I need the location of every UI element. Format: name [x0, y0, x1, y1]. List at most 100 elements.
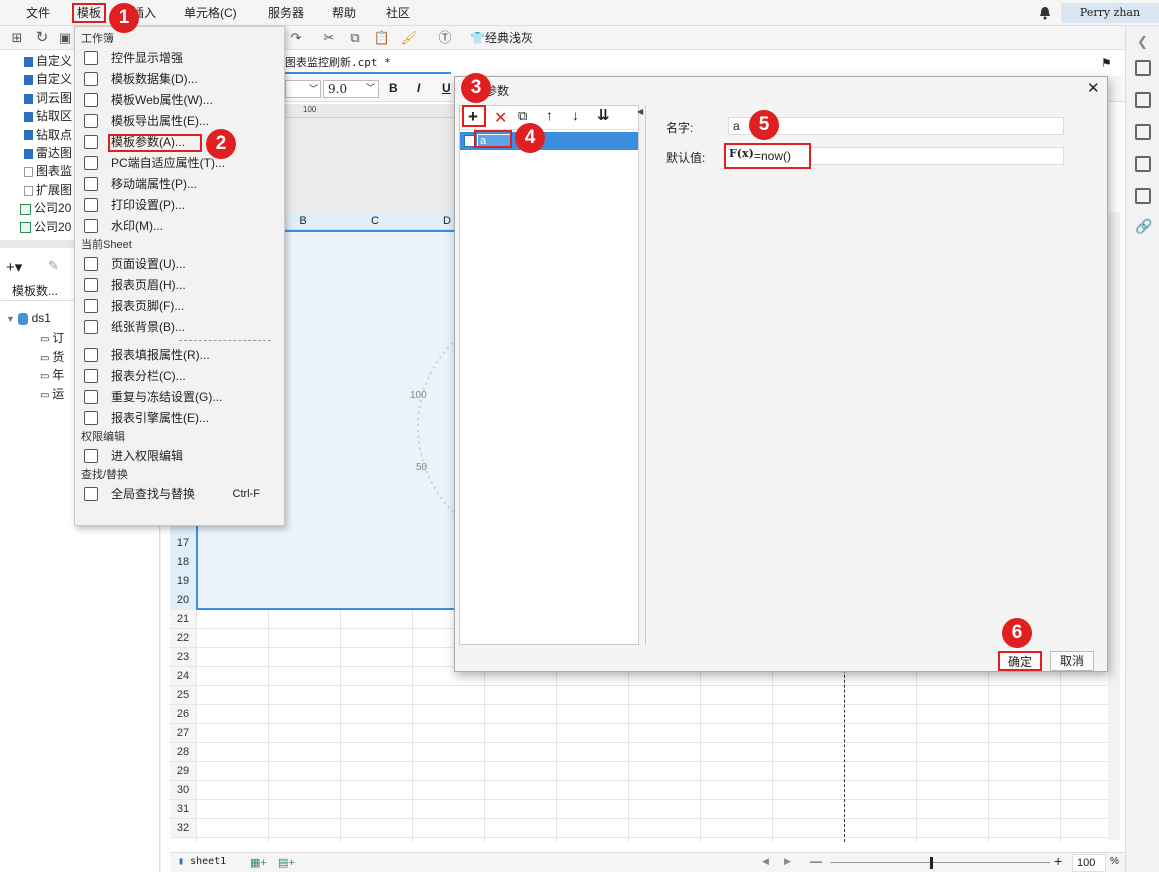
menu-print-settings[interactable]: 打印设置(P)...: [75, 195, 284, 215]
zoom-slider[interactable]: [830, 862, 1050, 863]
tree-item[interactable]: 扩展图: [24, 181, 72, 199]
edit-icon[interactable]: ✎: [48, 258, 59, 274]
bold-button[interactable]: B: [389, 81, 398, 95]
tree-item[interactable]: 钻取区: [24, 107, 72, 125]
row-number[interactable]: 17: [170, 534, 196, 553]
grid-row[interactable]: [170, 685, 1108, 686]
scroll-right-icon[interactable]: ▶: [784, 856, 791, 867]
menu-template-dataset[interactable]: 模板数据集(D)...: [75, 69, 284, 89]
dataset-ds1[interactable]: ▼ ds1: [6, 311, 51, 325]
menu-web-attr[interactable]: 模板Web属性(W)...: [75, 90, 284, 110]
dialog-close-button[interactable]: ✕: [1087, 79, 1100, 97]
menu-community[interactable]: 社区: [380, 0, 416, 26]
font-size-select[interactable]: 9.0 ﹀: [323, 80, 379, 98]
add-sheet-icon[interactable]: ▦+: [250, 856, 267, 869]
menu-mobile-attr[interactable]: 移动端属性(P)...: [75, 174, 284, 194]
text-format-icon[interactable]: Ⓣ: [436, 29, 454, 47]
menu-template[interactable]: 模板: [72, 3, 107, 23]
row-number[interactable]: 20: [170, 591, 196, 610]
move-up-icon[interactable]: ↑: [546, 107, 553, 123]
grid-row[interactable]: [170, 799, 1108, 800]
menu-file[interactable]: 文件: [20, 0, 56, 26]
grid-row[interactable]: [170, 818, 1108, 819]
italic-button[interactable]: I: [417, 81, 420, 95]
style-icon[interactable]: [1135, 92, 1151, 108]
file-tab[interactable]: 图表监控刷新.cpt *: [281, 52, 451, 74]
tree-item[interactable]: 自定义: [24, 70, 72, 88]
tab-menu-icon[interactable]: ⚑: [1101, 56, 1112, 70]
font-name-select[interactable]: ﹀: [285, 80, 321, 98]
tree-item[interactable]: 图表监: [24, 162, 72, 180]
menu-enter-permission-edit[interactable]: 进入权限编辑: [75, 446, 284, 466]
cell-attribute-icon[interactable]: [1135, 60, 1151, 76]
widget-icon[interactable]: [1135, 124, 1151, 140]
zoom-in-button[interactable]: +: [1054, 853, 1062, 869]
vertical-scrollbar[interactable]: [1108, 212, 1120, 840]
underline-button[interactable]: U: [442, 81, 451, 95]
grid-row[interactable]: [170, 742, 1108, 743]
preview-icon[interactable]: ▣: [56, 29, 74, 47]
copy-icon[interactable]: ⧉: [346, 29, 364, 47]
zoom-input[interactable]: 100: [1072, 854, 1106, 872]
grid-row[interactable]: [170, 761, 1108, 762]
delete-parameter-icon[interactable]: ✕: [494, 108, 507, 128]
menu-report-footer[interactable]: 报表页脚(F)...: [75, 296, 284, 316]
menu-server[interactable]: 服务器: [262, 0, 310, 26]
copy-parameter-icon[interactable]: ⧉: [518, 108, 527, 124]
zoom-out-button[interactable]: —: [810, 854, 822, 868]
menu-pc-adaptive[interactable]: PC端自适应属性(T)...: [75, 153, 284, 173]
row-number[interactable]: 30: [170, 781, 196, 800]
add-dataset-icon[interactable]: +▾: [6, 258, 22, 276]
grid-row[interactable]: [170, 723, 1108, 724]
paste-icon[interactable]: 📋: [373, 29, 391, 47]
default-value-field[interactable]: F(x) =now(): [724, 143, 811, 169]
menu-watermark[interactable]: 水印(M)...: [75, 216, 284, 236]
new-template-icon[interactable]: ⊞: [8, 29, 26, 47]
col-header-c[interactable]: C: [340, 212, 410, 230]
row-number[interactable]: 25: [170, 686, 196, 705]
ok-button[interactable]: 确定: [998, 651, 1042, 671]
row-number[interactable]: 27: [170, 724, 196, 743]
redo-icon[interactable]: ↷: [287, 29, 305, 47]
menu-global-find-replace[interactable]: 全局查找与替换 Ctrl-F: [75, 484, 284, 504]
format-brush-icon[interactable]: 🖌: [400, 29, 418, 47]
grid-row[interactable]: [170, 704, 1108, 705]
collapse-icon[interactable]: ❮: [1137, 34, 1148, 50]
tree-item[interactable]: 雷达图: [24, 144, 72, 162]
theme-button[interactable]: 👕经典浅灰: [470, 29, 533, 47]
add-poly-sheet-icon[interactable]: ▤+: [278, 856, 295, 869]
row-number[interactable]: 28: [170, 743, 196, 762]
splitter-arrow-icon[interactable]: ◀: [637, 107, 643, 116]
tree-item[interactable]: 公司20: [20, 199, 71, 217]
row-number[interactable]: 19: [170, 572, 196, 591]
menu-help[interactable]: 帮助: [326, 0, 362, 26]
row-number[interactable]: 24: [170, 667, 196, 686]
tree-item[interactable]: 自定义: [24, 52, 72, 70]
field-item[interactable]: ▭ 订: [40, 329, 64, 346]
tree-item[interactable]: 词云图: [24, 89, 72, 107]
row-number[interactable]: 32: [170, 819, 196, 838]
sheet-tab[interactable]: ▮ sheet1: [178, 856, 226, 867]
menu-cell[interactable]: 单元格(C): [178, 0, 243, 26]
menu-paper-background[interactable]: 纸张背景(B)...: [75, 317, 284, 337]
scroll-left-icon[interactable]: ◀: [762, 856, 769, 867]
cell-element-icon[interactable]: [1135, 188, 1151, 204]
condition-icon[interactable]: [1135, 156, 1151, 172]
grid-row[interactable]: [170, 837, 1108, 838]
menu-fill-attr[interactable]: 报表填报属性(R)...: [75, 345, 284, 365]
zoom-slider-handle[interactable]: [930, 857, 933, 869]
grid-row[interactable]: [170, 780, 1108, 781]
row-number[interactable]: 23: [170, 648, 196, 667]
menu-page-setup[interactable]: 页面设置(U)...: [75, 254, 284, 274]
refresh-icon[interactable]: ↻: [33, 29, 51, 47]
cancel-button[interactable]: 取消: [1050, 651, 1094, 671]
tree-item[interactable]: 钻取点: [24, 126, 72, 144]
row-number[interactable]: 31: [170, 800, 196, 819]
row-number[interactable]: 26: [170, 705, 196, 724]
menu-repeat-freeze[interactable]: 重复与冻结设置(G)...: [75, 387, 284, 407]
menu-report-header[interactable]: 报表页眉(H)...: [75, 275, 284, 295]
move-down-icon[interactable]: ↓: [572, 107, 579, 123]
menu-export-attr[interactable]: 模板导出属性(E)...: [75, 111, 284, 131]
menu-engine-attr[interactable]: 报表引擎属性(E)...: [75, 408, 284, 428]
menu-report-columns[interactable]: 报表分栏(C)...: [75, 366, 284, 386]
